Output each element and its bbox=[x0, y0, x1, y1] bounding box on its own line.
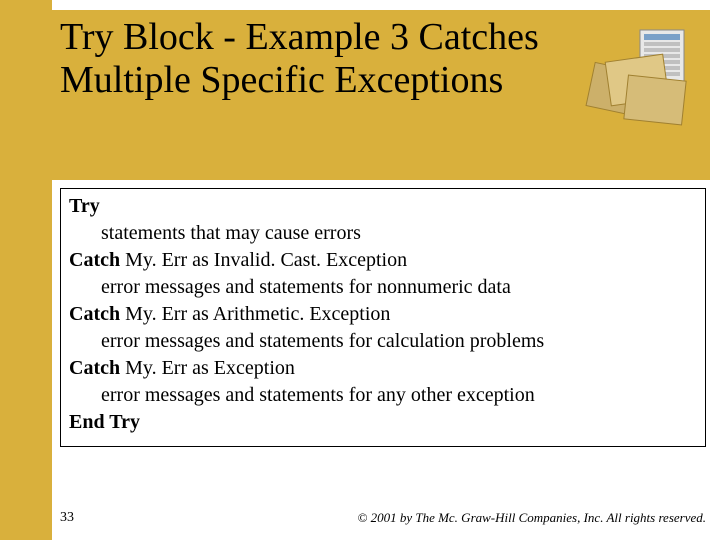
slide-footer: 33 © 2001 by The Mc. Graw-Hill Companies… bbox=[60, 510, 706, 526]
code-catch2-keyword: Catch bbox=[69, 303, 120, 325]
title-header: Try Block - Example 3 Catches Multiple S… bbox=[52, 10, 710, 180]
code-end-keyword: End Try bbox=[69, 409, 697, 436]
code-catch3-body: error messages and statements for any ot… bbox=[69, 382, 697, 409]
code-catch3-rest: My. Err as Exception bbox=[120, 357, 295, 379]
code-catch1-keyword: Catch bbox=[69, 249, 120, 271]
code-catch3-keyword: Catch bbox=[69, 357, 120, 379]
code-try-body: statements that may cause errors bbox=[69, 220, 697, 247]
code-catch1-body: error messages and statements for nonnum… bbox=[69, 274, 697, 301]
code-catch1: Catch My. Err as Invalid. Cast. Exceptio… bbox=[69, 247, 697, 274]
copyright-text: © 2001 by The Mc. Graw-Hill Companies, I… bbox=[357, 510, 706, 526]
code-catch2-body: error messages and statements for calcul… bbox=[69, 328, 697, 355]
code-catch2: Catch My. Err as Arithmetic. Exception bbox=[69, 301, 697, 328]
page-title: Try Block - Example 3 Catches Multiple S… bbox=[60, 16, 580, 101]
code-example-box: Try statements that may cause errors Cat… bbox=[60, 188, 706, 447]
page-number: 33 bbox=[60, 510, 74, 526]
gold-sidebar bbox=[0, 0, 52, 540]
code-catch3: Catch My. Err as Exception bbox=[69, 355, 697, 382]
decorative-computer-icon bbox=[578, 24, 698, 134]
code-catch2-rest: My. Err as Arithmetic. Exception bbox=[120, 303, 390, 325]
code-catch1-rest: My. Err as Invalid. Cast. Exception bbox=[120, 249, 407, 271]
code-try-keyword: Try bbox=[69, 193, 697, 220]
